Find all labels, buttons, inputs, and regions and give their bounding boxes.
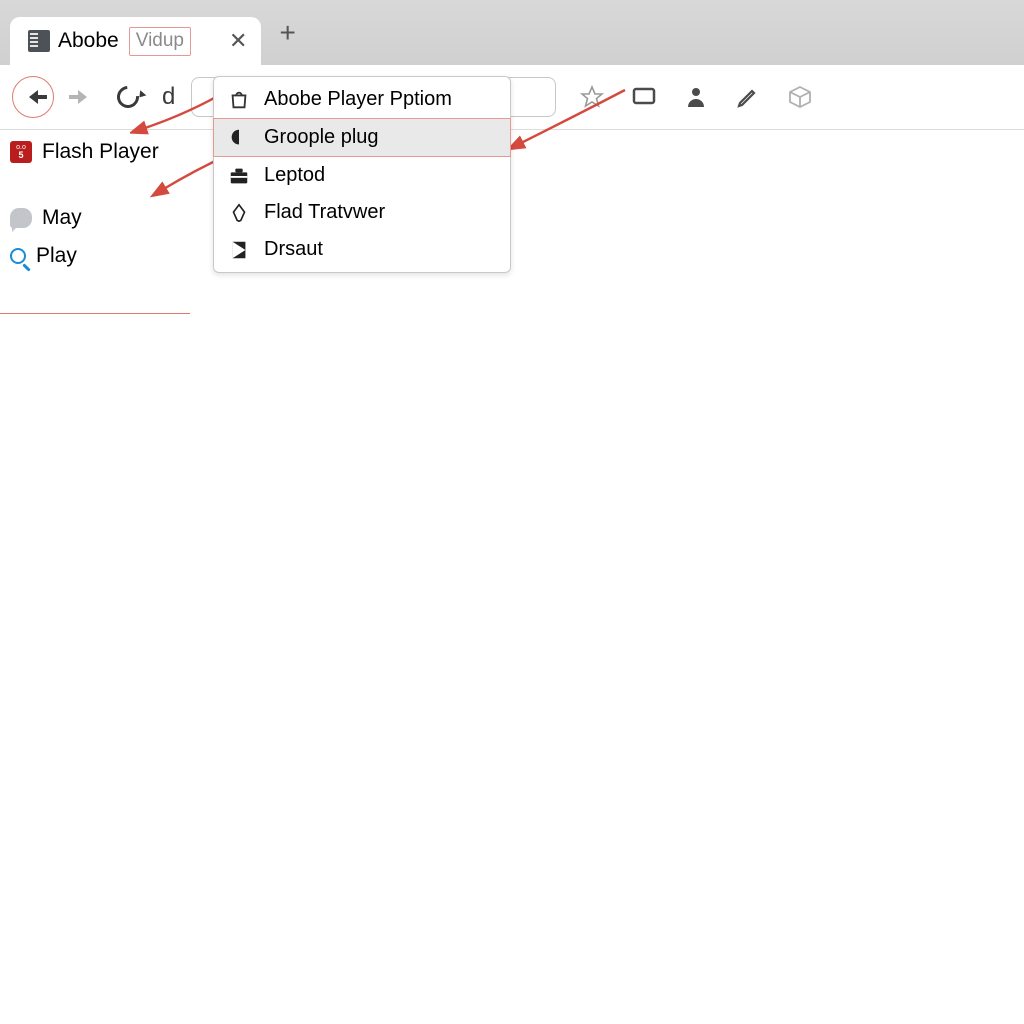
browser-tab[interactable]: Abobe Vidup ✕ bbox=[10, 17, 261, 65]
dropdown-item[interactable]: Drsaut bbox=[214, 231, 510, 268]
dropdown-item[interactable]: Flad Tratvwer bbox=[214, 194, 510, 231]
page-item-list: o.o5 Flash Player May Play bbox=[10, 140, 159, 268]
profile-icon[interactable] bbox=[684, 85, 708, 109]
tab-favicon-icon bbox=[28, 30, 50, 52]
chat-bubble-icon bbox=[10, 208, 32, 228]
back-button[interactable] bbox=[12, 76, 54, 118]
reading-list-icon[interactable] bbox=[632, 85, 656, 109]
search-icon bbox=[10, 248, 26, 264]
dropdown-item-label: Flad Tratvwer bbox=[264, 201, 385, 224]
shopping-bag-icon bbox=[228, 89, 250, 111]
dropdown-item-label: Groople plug bbox=[264, 126, 379, 149]
extension-cube-icon[interactable] bbox=[788, 85, 812, 109]
edit-pencil-icon[interactable] bbox=[736, 85, 760, 109]
dropdown-item-label: Drsaut bbox=[264, 238, 323, 261]
arrow-right-icon bbox=[78, 90, 87, 104]
plug-icon bbox=[228, 127, 250, 149]
forward-button[interactable] bbox=[64, 79, 100, 115]
close-icon[interactable]: ✕ bbox=[229, 28, 247, 54]
annotation-arrow bbox=[505, 86, 635, 156]
list-item[interactable]: o.o5 Flash Player bbox=[10, 140, 159, 164]
flash-player-icon: o.o5 bbox=[10, 141, 32, 163]
tab-bar: Abobe Vidup ✕ + bbox=[0, 0, 1024, 65]
dropdown-item-label: Abobe Player Pptiom bbox=[264, 88, 452, 111]
new-tab-button[interactable]: + bbox=[279, 17, 295, 49]
annotation-separator bbox=[0, 313, 190, 314]
list-item-label: May bbox=[42, 206, 82, 230]
arrow-left-icon bbox=[29, 90, 38, 104]
tab-title: Abobe bbox=[58, 29, 119, 53]
zigzag-icon bbox=[228, 239, 250, 261]
list-item-label: Flash Player bbox=[42, 140, 159, 164]
dropdown-item[interactable]: Abobe Player Pptiom bbox=[214, 81, 510, 118]
list-item-label: Play bbox=[36, 244, 77, 268]
briefcase-icon bbox=[228, 165, 250, 187]
address-bar-dropdown: Abobe Player Pptiom Groople plug Leptod … bbox=[213, 76, 511, 273]
pen-outline-icon bbox=[228, 202, 250, 224]
tab-vidup-label: Vidup bbox=[129, 27, 191, 56]
list-item[interactable]: May bbox=[10, 206, 159, 230]
dropdown-item[interactable]: Leptod bbox=[214, 157, 510, 194]
dropdown-item-label: Leptod bbox=[264, 164, 325, 187]
dropdown-item-highlighted[interactable]: Groople plug bbox=[213, 118, 511, 157]
list-item[interactable]: Play bbox=[10, 244, 159, 268]
